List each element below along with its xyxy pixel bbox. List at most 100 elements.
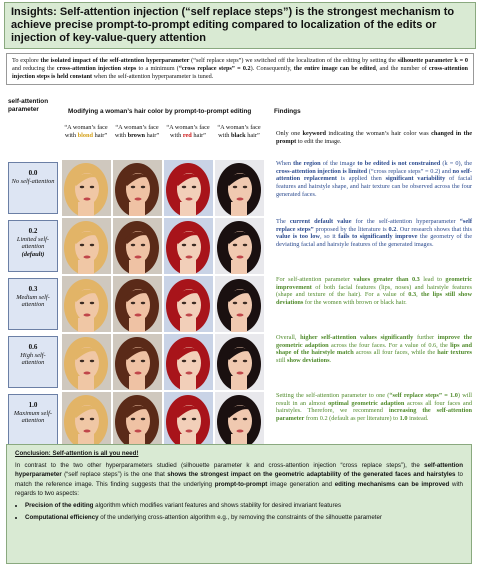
face-cell [113, 334, 162, 390]
lips-shape [83, 197, 91, 201]
conclusion-paragraph: In contrast to the two other hyperparame… [15, 461, 463, 499]
lips-shape [134, 371, 142, 375]
intro-text: to a minimum ( [136, 65, 179, 72]
right-eye [191, 417, 197, 421]
param-value: 0.6 [28, 343, 38, 351]
generated-face-image [215, 392, 264, 448]
result-row: 0.6 High self-attention Overall, higher se… [6, 332, 472, 392]
face-cell [164, 392, 213, 448]
intro-paragraph: To explore the isolated impact of the se… [6, 53, 474, 85]
intro-bold: silhouette parameter k = 0 [397, 57, 468, 64]
body-text: . Our research shows that this [396, 225, 473, 233]
conclusion-bullet: Computational efficiency of the underlyi… [25, 513, 463, 523]
body-text: , so it [319, 233, 339, 241]
body-text: For self-attention parameter [276, 276, 354, 283]
findings-text: indicating the woman’s hair color was [326, 130, 432, 137]
face-cell [62, 334, 111, 390]
result-row: 0.2 Limited self-attention (default) The cu… [6, 216, 472, 276]
left-eye [130, 243, 136, 247]
left-eye [232, 301, 238, 305]
body-text: . [329, 357, 332, 365]
face-cell [215, 218, 264, 274]
param-default-label: (default) [21, 250, 45, 258]
param-box: 0.3 Medium self-attention [8, 278, 58, 330]
generated-face-image [164, 160, 213, 216]
right-eye [140, 185, 146, 189]
left-eye [130, 359, 136, 363]
param-value: 0.3 [28, 285, 38, 293]
right-eye [242, 417, 248, 421]
param-box: 0.0 No self-attention [8, 162, 58, 214]
finding-text: For self-attention parameter values grea… [276, 276, 472, 307]
result-row: 0.0 No self-attention When the region of t… [6, 158, 472, 218]
result-row: 1.0 Maximum self-attention Setting the sel… [6, 390, 472, 450]
caption-text: hair” [93, 131, 108, 139]
param-label: Limited self-attention [16, 235, 50, 251]
lips-shape [236, 371, 244, 375]
right-eye [242, 185, 248, 189]
left-eye [232, 359, 238, 363]
right-eye [140, 359, 146, 363]
left-eye [181, 359, 187, 363]
lips-shape [83, 429, 91, 433]
emphasis-text: value is too low [276, 233, 320, 241]
generated-face-image [62, 160, 111, 216]
right-eye [242, 301, 248, 305]
face-cell [164, 160, 213, 216]
emphasis-text: hair textures [437, 349, 472, 357]
intro-bold: cross-attention injection steps [56, 65, 137, 72]
face-strip [62, 160, 272, 216]
left-eye [181, 301, 187, 305]
emphasis-text: 1.0 [399, 415, 408, 423]
insights-title: Insights: Self-attention injection (“sel… [11, 6, 455, 44]
body-text: instead. [407, 415, 429, 423]
insights-title-box: Insights: Self-attention injection (“sel… [4, 2, 476, 49]
generated-face-image [113, 160, 162, 216]
right-eye [140, 243, 146, 247]
intro-text: when the self-attention hyperparameter i… [92, 73, 214, 80]
left-eye [232, 185, 238, 189]
param-value: 0.2 [28, 227, 38, 235]
intro-text: (“self replace steps”) we switched off t… [189, 57, 398, 64]
generated-face-image [113, 334, 162, 390]
body-text: (“cross replace steps” = 0.2) and [367, 167, 453, 175]
conclusion-box: Conclusion: Self-attention is all you ne… [6, 444, 472, 564]
emphasis-text: the region [293, 160, 321, 167]
left-eye [181, 243, 187, 247]
body-text: of the image [320, 160, 358, 167]
emphasis-text: significant variability [385, 175, 446, 183]
intro-text: To explore [12, 57, 41, 64]
param-box: 1.0 Maximum self-attention [8, 394, 58, 446]
page: Insights: Self-attention injection (“sel… [0, 2, 480, 569]
lips-shape [134, 429, 142, 433]
body-text: lead to [419, 276, 446, 283]
lips-shape [236, 429, 244, 433]
lips-shape [185, 429, 193, 433]
caption-text: hair” [191, 131, 206, 139]
intro-text: ). Consequently, [250, 65, 294, 72]
face-strip [62, 218, 272, 274]
left-eye [79, 359, 85, 363]
intro-bold: the isolated impact of the self-attentio… [40, 57, 190, 64]
face-strip [62, 334, 272, 390]
emphasis-text: Precision of the editing [25, 501, 94, 509]
left-eye [79, 185, 85, 189]
emphasis-text: show deviations [287, 357, 330, 365]
emphasis-text: to be edited is not constrained [357, 160, 441, 167]
intro-bold: “cross replace steps” = 0.2 [178, 65, 251, 72]
body-text: When [276, 160, 294, 167]
conclusion-bullet: Precision of the editing algorithm which… [25, 501, 463, 511]
emphasis-text: 0.3 [408, 291, 417, 299]
face-strip [62, 276, 272, 332]
body-text: image generation and [267, 480, 335, 488]
body-text: In contrast to the two other hyperparame… [15, 461, 425, 469]
param-label: Maximum self-attention [13, 409, 53, 425]
generated-face-image [113, 276, 162, 332]
header-findings: Findings [274, 108, 301, 115]
right-eye [242, 243, 248, 247]
face-cell [62, 218, 111, 274]
param-value: 0.0 [28, 169, 38, 177]
param-value: 1.0 [28, 401, 38, 409]
generated-face-image [164, 392, 213, 448]
face-cell [62, 392, 111, 448]
